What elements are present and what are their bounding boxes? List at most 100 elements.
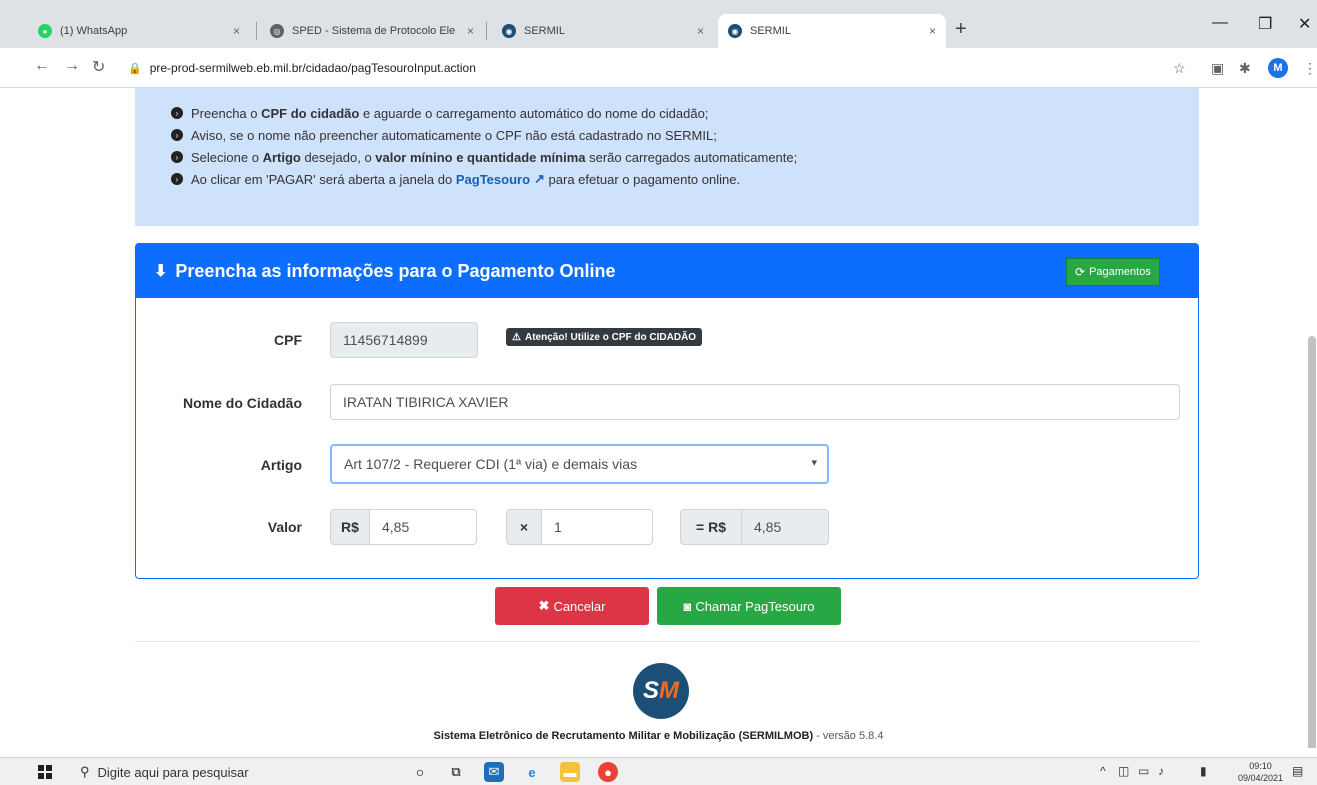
- tab-title: SPED - Sistema de Protocolo Ele: [292, 25, 456, 37]
- total-value-input[interactable]: 4,85: [741, 509, 829, 545]
- tab-sermil-active[interactable]: ◉ SERMIL ×: [718, 14, 946, 48]
- money-icon: ◙: [683, 598, 692, 614]
- instruction-emphasis: CPF do cidadão: [261, 105, 360, 121]
- multiply-addon: ×: [506, 509, 542, 545]
- task-view-icon[interactable]: ⧉: [446, 762, 466, 782]
- edge-icon[interactable]: e: [522, 762, 542, 782]
- payments-button[interactable]: ⟳ Pagamentos: [1066, 258, 1160, 286]
- unit-value-input[interactable]: 4,85: [369, 509, 477, 545]
- forward-icon[interactable]: →: [64, 57, 80, 75]
- volume-icon[interactable]: ♪: [1158, 764, 1164, 778]
- clock-date: 09/04/2021: [1238, 773, 1284, 783]
- name-input[interactable]: IRATAN TIBIRICA XAVIER: [330, 384, 1180, 420]
- minimize-icon[interactable]: —: [1212, 14, 1228, 32]
- article-select[interactable]: Art 107/2 - Requerer CDI (1ª via) e dema…: [330, 444, 829, 484]
- chrome-icon[interactable]: ●: [598, 762, 618, 782]
- article-label: Artigo: [260, 457, 302, 473]
- instruction-emphasis: Artigo: [262, 149, 301, 165]
- warning-icon: ⚠: [512, 331, 521, 343]
- logo-letter-s: S: [642, 677, 659, 704]
- quantity-input[interactable]: 1: [541, 509, 653, 545]
- unit-value: 4,85: [382, 519, 410, 535]
- close-icon[interactable]: ×: [467, 24, 474, 38]
- whatsapp-icon: ●: [38, 24, 52, 38]
- cancel-button-label: Cancelar: [553, 598, 606, 614]
- instruction-text: Aviso, se o nome não preencher automatic…: [191, 127, 717, 143]
- refresh-icon: ⟳: [1075, 265, 1086, 279]
- close-icon: ✖: [538, 598, 550, 613]
- clock-time: 09:10: [1249, 761, 1272, 771]
- system-name: Sistema Eletrônico de Recrutamento Milit…: [433, 730, 814, 742]
- address-bar[interactable]: 🔒 pre-prod-sermilweb.eb.mil.br/cidadao/p…: [128, 54, 1208, 82]
- hand-coin-icon: ⬇: [154, 263, 168, 280]
- value-label: Valor: [267, 519, 302, 535]
- notifications-icon[interactable]: ▤: [1292, 764, 1303, 778]
- network-icon[interactable]: ▭: [1138, 764, 1149, 778]
- instruction-text: desejado, o: [300, 149, 376, 165]
- card-title: Preencha as informações para o Pagamento…: [175, 260, 616, 281]
- tab-whatsapp[interactable]: ● (1) WhatsApp ×: [28, 14, 250, 48]
- page-content: › Preencha o CPF do cidadão e aguarde o …: [0, 88, 1317, 748]
- file-explorer-icon[interactable]: ▬: [560, 762, 580, 782]
- chevron-right-icon: ›: [171, 107, 183, 119]
- total-addon: = R$: [680, 509, 742, 545]
- chevron-right-icon: ›: [171, 129, 183, 141]
- puzzle-icon[interactable]: ✱: [1239, 60, 1251, 77]
- scrollbar[interactable]: [1308, 336, 1316, 748]
- instruction-line: › Selecione o Artigo desejado, o valor m…: [171, 146, 1163, 168]
- close-icon[interactable]: ×: [929, 24, 936, 38]
- bookmark-star-icon[interactable]: ☆: [1173, 60, 1186, 77]
- windows-start-icon[interactable]: [38, 765, 52, 779]
- sermil-logo: SM: [633, 663, 689, 719]
- instruction-text: Selecione o: [191, 149, 263, 165]
- pagtesouro-link[interactable]: PagTesouro: [456, 172, 530, 187]
- url-text: pre-prod-sermilweb.eb.mil.br/cidadao/pag…: [149, 61, 476, 75]
- divider: [135, 641, 1199, 642]
- close-window-icon[interactable]: ✕: [1298, 14, 1311, 34]
- instruction-text: e aguarde o carregamento automático do n…: [359, 105, 709, 121]
- menu-icon[interactable]: ⋮: [1303, 60, 1317, 77]
- tab-sped[interactable]: ◎ SPED - Sistema de Protocolo Ele ×: [260, 14, 484, 48]
- profile-avatar[interactable]: M: [1268, 58, 1288, 78]
- quantity-value: 1: [554, 519, 562, 535]
- chevron-right-icon: ›: [171, 151, 183, 163]
- currency-addon: R$: [330, 509, 370, 545]
- tray-meet-icon[interactable]: ◫: [1118, 764, 1129, 778]
- battery-icon[interactable]: ▮: [1200, 764, 1207, 778]
- chevron-down-icon: ▾: [811, 457, 817, 469]
- version-text: - versão 5.8.4: [813, 730, 884, 742]
- extension-icon[interactable]: ▣: [1211, 60, 1224, 77]
- browser-tab-strip: ● (1) WhatsApp × ◎ SPED - Sistema de Pro…: [0, 0, 1317, 48]
- tab-separator: [256, 22, 257, 40]
- external-link-icon[interactable]: ↗: [534, 171, 545, 187]
- back-icon[interactable]: ←: [34, 57, 50, 75]
- sermil-favicon-icon: ◉: [728, 24, 742, 38]
- name-value: IRATAN TIBIRICA XAVIER: [343, 394, 509, 410]
- total-value: 4,85: [754, 519, 782, 535]
- article-selected-value: Art 107/2 - Requerer CDI (1ª via) e dema…: [344, 456, 638, 472]
- cancel-button[interactable]: ✖ Cancelar: [495, 587, 649, 625]
- search-icon: ⚲: [80, 764, 90, 779]
- taskbar-clock[interactable]: 09:10 09/04/2021: [1238, 760, 1283, 784]
- logo-letter-m: M: [659, 677, 679, 704]
- taskbar-search[interactable]: ⚲ Digite aqui para pesquisar: [80, 762, 380, 782]
- tab-separator: [486, 22, 487, 40]
- cpf-input[interactable]: 11456714899: [330, 322, 478, 358]
- card-header: ⬇ Preencha as informações para o Pagamen…: [136, 244, 1198, 298]
- footer-text: Sistema Eletrônico de Recrutamento Milit…: [0, 730, 1317, 742]
- new-tab-button[interactable]: +: [955, 18, 967, 41]
- call-pagtesouro-button[interactable]: ◙ Chamar PagTesouro: [657, 587, 841, 625]
- close-icon[interactable]: ×: [697, 24, 704, 38]
- maximize-icon[interactable]: ❐: [1258, 14, 1272, 34]
- cpf-value: 11456714899: [343, 332, 428, 348]
- reload-icon[interactable]: ↻: [92, 57, 105, 77]
- cortana-icon[interactable]: ○: [410, 762, 430, 782]
- mail-icon[interactable]: ✉: [484, 762, 504, 782]
- tab-title: SERMIL: [524, 25, 565, 37]
- instruction-line: › Ao clicar em 'PAGAR' será aberta a jan…: [171, 168, 1163, 190]
- close-icon[interactable]: ×: [233, 24, 240, 38]
- instruction-emphasis: valor mínino e quantidade mínima: [375, 149, 586, 165]
- tab-sermil[interactable]: ◉ SERMIL ×: [492, 14, 714, 48]
- tray-chevron-up-icon[interactable]: ^: [1100, 764, 1106, 778]
- instruction-line: › Preencha o CPF do cidadão e aguarde o …: [171, 102, 1163, 124]
